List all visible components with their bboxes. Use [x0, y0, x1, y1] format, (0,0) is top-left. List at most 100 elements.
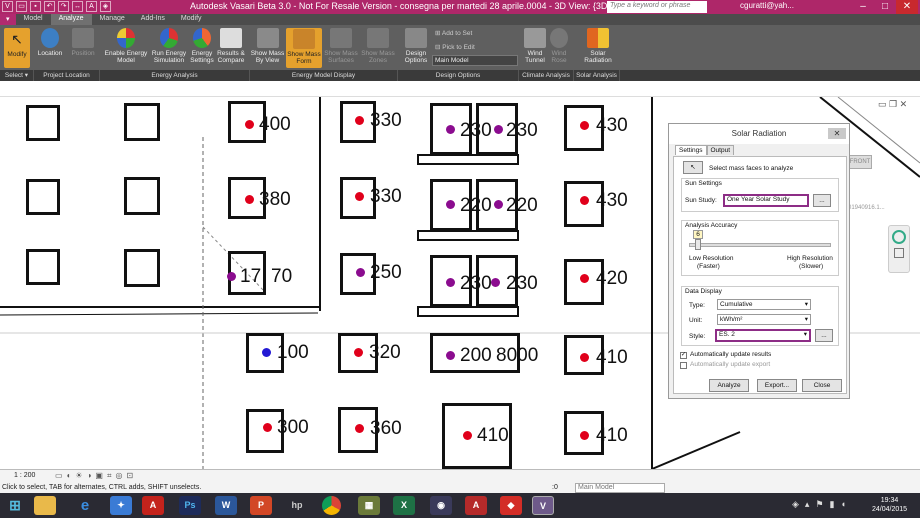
visual-style-icon[interactable]: ◐: [67, 471, 72, 481]
app-icon-globe[interactable]: ◉: [430, 496, 452, 515]
zoom-icon[interactable]: [894, 248, 904, 258]
viewcube[interactable]: FRONT: [848, 155, 872, 169]
minimize-view-icon[interactable]: ▭: [878, 99, 887, 109]
modify-button[interactable]: ↖ Modify: [4, 28, 30, 68]
close-view-icon[interactable]: ✕: [900, 99, 908, 109]
clock[interactable]: 19:34 24/04/2015: [872, 496, 907, 514]
tab-analyze[interactable]: Analyze: [50, 14, 92, 25]
auto-update-results-checkbox[interactable]: ✓: [680, 352, 687, 359]
file-tab[interactable]: ▾: [0, 14, 16, 25]
wind-rose-button[interactable]: Wind Rose: [549, 28, 569, 64]
style-browse-button[interactable]: ...: [815, 329, 833, 342]
chrome-icon[interactable]: [322, 496, 341, 515]
analyze-button[interactable]: Analyze: [709, 379, 749, 392]
show-hidden-icons-icon[interactable]: ▴: [805, 499, 810, 510]
flag-icon[interactable]: ⚑: [815, 499, 823, 510]
auto-update-export-checkbox[interactable]: [680, 362, 687, 369]
radiation-point: [354, 348, 363, 357]
sun-study-field[interactable]: One Year Solar Study: [723, 194, 809, 207]
radiation-label: 250: [370, 262, 402, 283]
redo-icon[interactable]: ↷: [58, 1, 69, 12]
energy-settings-button[interactable]: Energy Settings: [189, 28, 215, 64]
type-select[interactable]: Cumulative ▾: [717, 299, 811, 310]
show-mass-by-view-button[interactable]: Show Mass By View: [250, 28, 285, 64]
acrobat-icon[interactable]: A: [142, 496, 164, 515]
start-icon[interactable]: ⊞: [4, 496, 26, 515]
detail-level-icon[interactable]: ▭: [55, 471, 63, 481]
app-icon-red[interactable]: ◆: [500, 496, 522, 515]
design-options-button[interactable]: Design Options: [401, 28, 431, 64]
view-3d-icon[interactable]: ◈: [100, 1, 111, 12]
dialog-close-icon[interactable]: ✕: [828, 128, 846, 139]
lock-icon[interactable]: ⊡: [126, 471, 133, 481]
tab-settings[interactable]: Settings: [675, 145, 707, 155]
excel-icon[interactable]: X: [393, 496, 415, 515]
close-button[interactable]: ✕: [896, 0, 918, 14]
undo-icon[interactable]: ↶: [44, 1, 55, 12]
user-account[interactable]: cguratti@yah...: [740, 1, 794, 10]
file-explorer-icon[interactable]: [34, 496, 56, 515]
minimize-button[interactable]: –: [852, 0, 874, 14]
save-icon[interactable]: ▪: [30, 1, 41, 12]
select-panel-title[interactable]: Select ▾: [0, 70, 34, 81]
tab-manage[interactable]: Manage: [92, 14, 133, 25]
show-mass-zones-button[interactable]: Show Mass Zones: [360, 28, 396, 64]
tab-modify[interactable]: Modify: [173, 14, 210, 25]
add-to-set-button[interactable]: ⊞ Add to Set: [435, 29, 472, 37]
powerpoint-icon[interactable]: P: [250, 496, 272, 515]
title-bar: V ▭ ▪ ↶ ↷ ↔ A ◈ Autodesk Vasari Beta 3.0…: [0, 0, 920, 14]
show-mass-surfaces-button[interactable]: Show Mass Surfaces: [324, 28, 358, 64]
word-icon[interactable]: W: [215, 496, 237, 515]
app-menu-icon[interactable]: V: [2, 1, 13, 12]
design-option-select[interactable]: Main Model: [432, 55, 518, 66]
tab-add-ins[interactable]: Add-Ins: [133, 14, 173, 25]
volume-icon[interactable]: ◖: [840, 499, 845, 510]
style-select[interactable]: ES. 2 ▾: [715, 329, 811, 342]
hide-icon[interactable]: ◎: [116, 471, 123, 481]
crop-icon[interactable]: ⌗: [107, 471, 112, 481]
measure-icon[interactable]: ↔: [72, 1, 83, 12]
dialog-close-button[interactable]: Close: [802, 379, 842, 392]
accuracy-slider-track[interactable]: [689, 243, 831, 247]
view-scale[interactable]: 1 : 200: [14, 472, 35, 479]
hp-icon[interactable]: hp: [286, 496, 308, 515]
maximize-button[interactable]: □: [874, 0, 896, 14]
vasari-icon[interactable]: V: [532, 496, 554, 515]
app-icon-green[interactable]: ▦: [358, 496, 380, 515]
app-icon-blue[interactable]: ✦: [110, 496, 132, 515]
steering-wheel-icon[interactable]: [892, 230, 906, 244]
location-button[interactable]: Location: [35, 28, 65, 57]
chevron-down-icon: ▾: [804, 316, 808, 323]
restore-view-icon[interactable]: ❐: [889, 99, 897, 109]
export-button[interactable]: Export...: [757, 379, 797, 392]
active-model-select[interactable]: Main Model: [575, 483, 665, 493]
navigation-bar[interactable]: [888, 225, 910, 273]
accuracy-slider-handle[interactable]: [695, 239, 701, 250]
position-button[interactable]: Position: [67, 28, 99, 57]
solar-radiation-button[interactable]: Solar Radiation: [578, 28, 618, 64]
sun-path-icon[interactable]: ☀: [75, 471, 82, 481]
dropbox-icon[interactable]: ◈: [792, 499, 799, 510]
show-mass-form-button[interactable]: Show Mass Form: [286, 28, 322, 68]
autocad-icon[interactable]: A: [465, 496, 487, 515]
search-input[interactable]: Type a keyword or phrase: [607, 1, 707, 13]
run-energy-simulation-button[interactable]: Run Energy Simulation: [150, 28, 188, 64]
results-compare-button[interactable]: Results & Compare: [215, 28, 247, 64]
select-faces-button[interactable]: ↖: [683, 161, 703, 174]
radiation-point: [262, 348, 271, 357]
sun-study-browse-button[interactable]: ...: [813, 194, 831, 207]
tab-model[interactable]: Model: [16, 14, 51, 25]
photoshop-icon[interactable]: Ps: [179, 496, 201, 515]
unit-select[interactable]: kWh/m² ▾: [717, 314, 811, 325]
enable-energy-model-button[interactable]: Enable Energy Model: [103, 28, 149, 64]
radiation-label: 8000: [496, 345, 539, 366]
wind-tunnel-button[interactable]: Wind Tunnel: [522, 28, 548, 64]
shadows-icon[interactable]: ◑: [87, 471, 92, 481]
open-icon[interactable]: ▭: [16, 1, 27, 12]
network-icon[interactable]: ▮: [830, 499, 835, 510]
rendering-icon[interactable]: ▣: [95, 471, 103, 481]
pick-to-edit-button[interactable]: ⊟ Pick to Edit: [435, 43, 475, 51]
internet-explorer-icon[interactable]: e: [74, 496, 96, 515]
text-icon[interactable]: A: [86, 1, 97, 12]
tab-output[interactable]: Output: [706, 145, 735, 155]
